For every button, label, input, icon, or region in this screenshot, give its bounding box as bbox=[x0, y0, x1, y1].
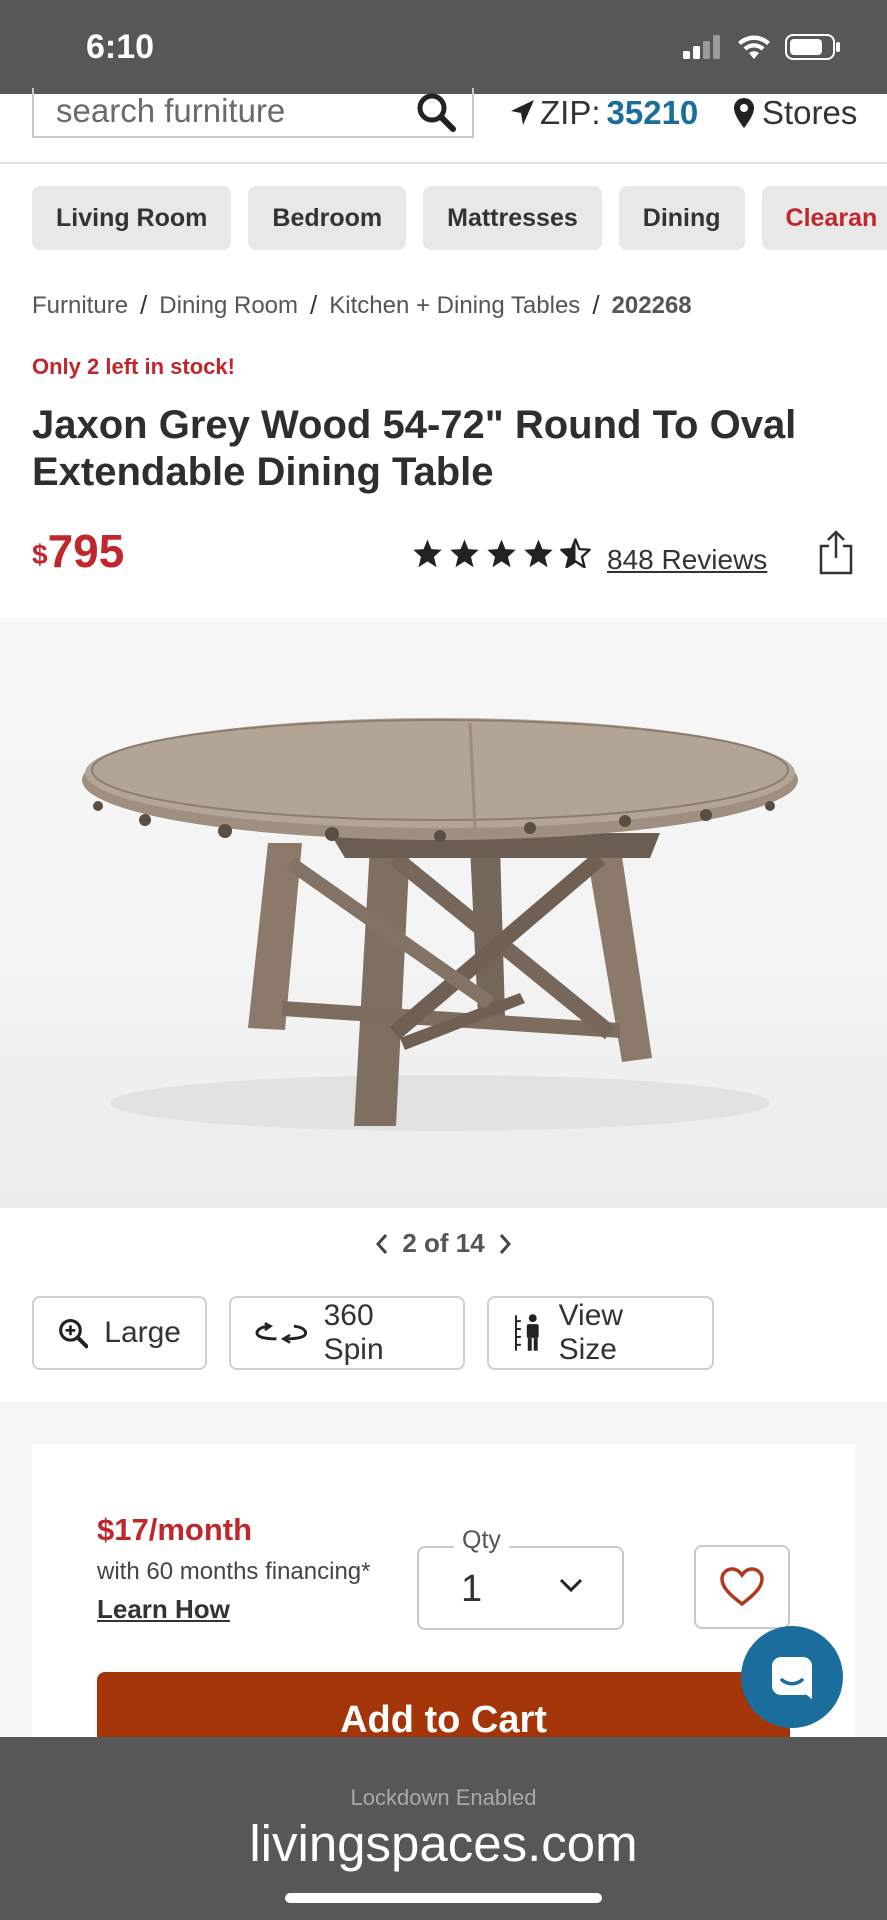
signal-icon bbox=[683, 35, 720, 59]
dining-table-illustration bbox=[82, 718, 798, 1131]
status-time: 6:10 bbox=[86, 28, 155, 66]
category-clearance[interactable]: Clearan bbox=[761, 186, 887, 250]
category-dining[interactable]: Dining bbox=[618, 186, 745, 250]
monthly-price: $17/month bbox=[97, 1512, 253, 1547]
category-nav: Living Room Bedroom Mattresses Dining Cl… bbox=[32, 186, 887, 250]
view-size-button[interactable]: View Size bbox=[487, 1296, 714, 1370]
chat-button[interactable] bbox=[741, 1626, 843, 1728]
breadcrumb-separator: / bbox=[310, 290, 318, 320]
stores-link[interactable]: Stores bbox=[732, 94, 857, 132]
breadcrumb-kitchen-dining-tables[interactable]: Kitchen + Dining Tables bbox=[329, 292, 580, 320]
battery-icon bbox=[785, 34, 840, 60]
rotate-360-icon bbox=[255, 1322, 308, 1344]
url-bar[interactable]: livingspaces.com bbox=[0, 1814, 887, 1873]
category-mattresses[interactable]: Mattresses bbox=[423, 186, 602, 250]
price-amount: 795 bbox=[47, 525, 125, 577]
breadcrumb-dining-room[interactable]: Dining Room bbox=[159, 292, 298, 320]
stock-note: Only 2 left in stock! bbox=[32, 354, 235, 379]
person-ruler-icon bbox=[514, 1314, 539, 1351]
search-icon[interactable] bbox=[414, 90, 458, 134]
large-view-label: Large bbox=[104, 1316, 181, 1349]
star-rating[interactable] bbox=[412, 538, 591, 568]
breadcrumb: Furniture / Dining Room / Kitchen + Dini… bbox=[32, 290, 692, 321]
search-input[interactable] bbox=[56, 88, 396, 134]
breadcrumb-separator: / bbox=[592, 290, 600, 320]
stores-label: Stores bbox=[762, 94, 858, 131]
zoom-in-icon bbox=[59, 1318, 89, 1349]
star-icon bbox=[487, 539, 516, 568]
zip-label: ZIP: bbox=[540, 94, 601, 131]
price-currency: $ bbox=[32, 539, 48, 570]
large-view-button[interactable]: Large bbox=[32, 1296, 207, 1370]
product-image[interactable] bbox=[0, 618, 887, 1208]
heart-icon bbox=[720, 1567, 764, 1607]
category-bedroom[interactable]: Bedroom bbox=[248, 186, 407, 250]
star-icon bbox=[450, 539, 479, 568]
wifi-icon bbox=[738, 35, 770, 59]
zip-selector[interactable]: ZIP: 35210 bbox=[508, 94, 698, 132]
spin-360-label: 360 Spin bbox=[323, 1299, 384, 1366]
quantity-label: Qty bbox=[454, 1526, 509, 1555]
breadcrumb-separator: / bbox=[140, 290, 148, 320]
lockdown-note: Lockdown Enabled bbox=[350, 1785, 537, 1810]
zip-value[interactable]: 35210 bbox=[607, 94, 699, 132]
chevron-left-icon[interactable] bbox=[374, 1232, 390, 1256]
status-icons bbox=[683, 34, 841, 60]
financing-note: with 60 months financing* bbox=[97, 1558, 371, 1585]
search-box bbox=[32, 88, 474, 138]
category-living-room[interactable]: Living Room bbox=[32, 186, 232, 250]
breadcrumb-sku: 202268 bbox=[611, 291, 692, 319]
star-icon bbox=[413, 539, 442, 568]
breadcrumb-furniture[interactable]: Furniture bbox=[32, 292, 128, 320]
star-icon bbox=[524, 539, 553, 568]
view-size-label: View Size bbox=[558, 1299, 624, 1366]
chevron-right-icon[interactable] bbox=[497, 1232, 513, 1256]
reviews-link[interactable]: 848 Reviews bbox=[607, 544, 767, 576]
home-indicator[interactable] bbox=[285, 1893, 602, 1903]
pager-label: 2 of 14 bbox=[402, 1228, 485, 1258]
gallery-pager: 2 of 14 bbox=[0, 1228, 887, 1259]
quantity-select[interactable]: 1 bbox=[417, 1546, 624, 1630]
product-title: Jaxon Grey Wood 54-72" Round To Oval Ext… bbox=[32, 403, 797, 494]
status-bar: 6:10 bbox=[0, 0, 887, 94]
spin-360-button[interactable]: 360 Spin bbox=[229, 1296, 465, 1370]
location-arrow-icon bbox=[511, 100, 534, 125]
search-row: ZIP: 35210 Stores bbox=[0, 88, 887, 164]
map-pin-icon bbox=[734, 98, 754, 128]
wishlist-button[interactable] bbox=[694, 1545, 790, 1629]
product-price: $ 795 bbox=[32, 524, 124, 578]
chat-icon bbox=[772, 1657, 812, 1699]
share-icon[interactable] bbox=[818, 530, 854, 576]
half-star-icon bbox=[560, 538, 591, 568]
chevron-down-icon bbox=[559, 1578, 583, 1593]
quantity-value: 1 bbox=[461, 1568, 483, 1610]
learn-how-link[interactable]: Learn How bbox=[97, 1594, 230, 1625]
image-tools: Large 360 Spin View Size bbox=[32, 1296, 714, 1370]
